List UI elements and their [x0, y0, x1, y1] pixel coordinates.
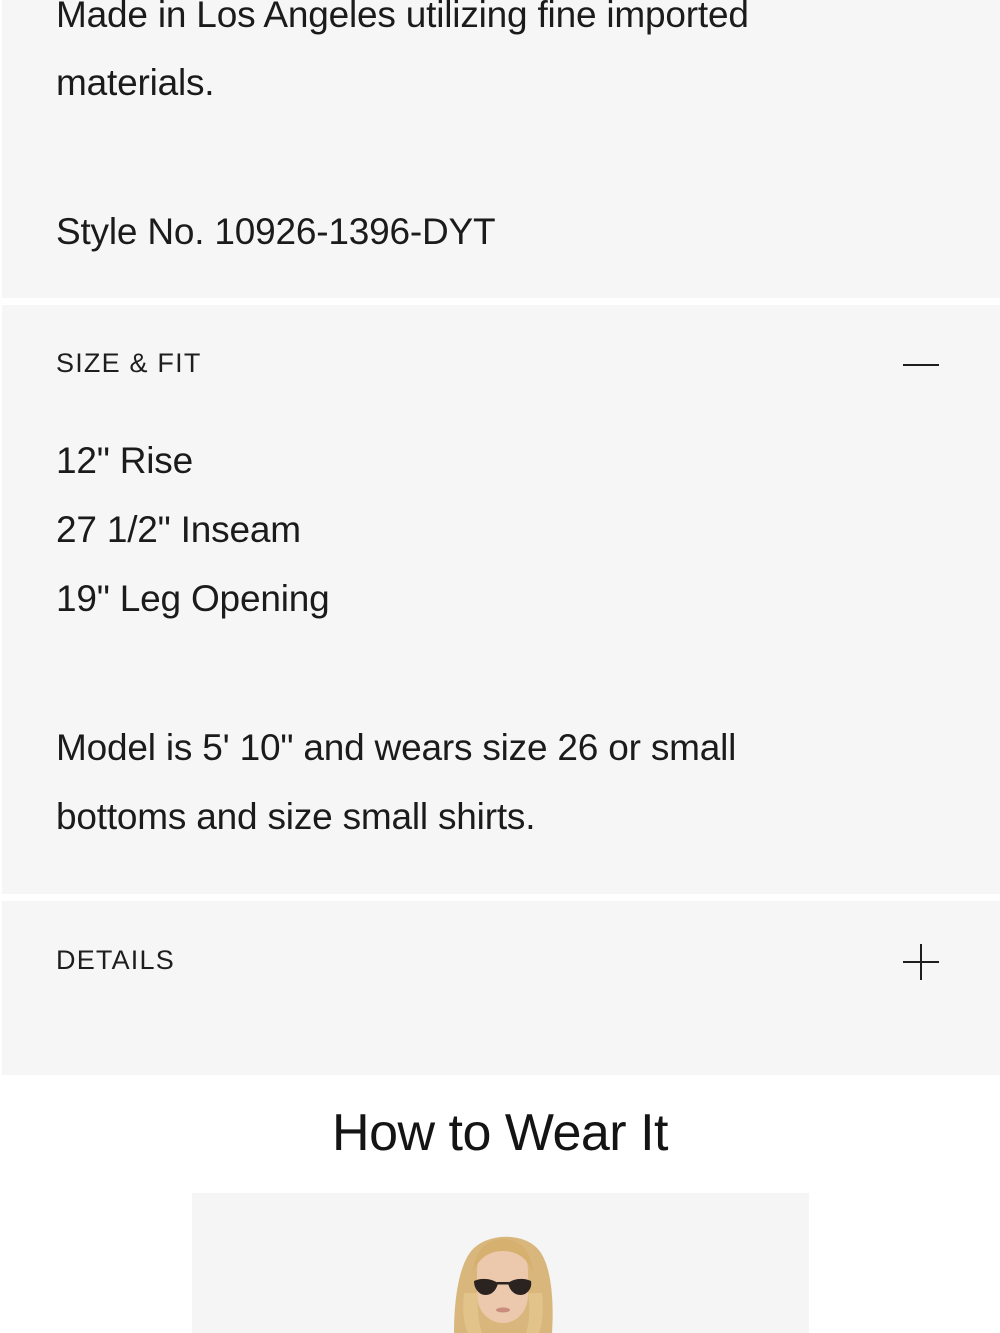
description-text-line-2: materials. — [56, 62, 215, 103]
description-panel: Made in Los Angeles utilizing fine impor… — [2, 0, 1000, 298]
model-lips — [496, 1307, 510, 1313]
style-number: Style No. 10926-1396-DYT — [56, 211, 496, 252]
measurement-leg-opening: 19" Leg Opening — [56, 578, 330, 619]
measurement-inseam: 27 1/2" Inseam — [56, 509, 301, 550]
plus-icon[interactable] — [903, 944, 939, 980]
model-info-line-1: Model is 5' 10" and wears size 26 or sma… — [56, 727, 737, 768]
product-page: Made in Los Angeles utilizing fine impor… — [0, 0, 1000, 1333]
measurement-rise: 12" Rise — [56, 440, 193, 481]
how-to-wear-image[interactable] — [192, 1193, 809, 1333]
details-panel: DETAILS — [2, 901, 1000, 1075]
minus-icon[interactable] — [903, 347, 939, 383]
minus-icon-stroke — [903, 364, 939, 366]
description-text-line-1: Made in Los Angeles utilizing fine impor… — [56, 0, 749, 35]
plus-icon-vertical — [920, 944, 922, 980]
model-info-line-2: bottoms and size small shirts. — [56, 796, 536, 837]
how-to-wear-title: How to Wear It — [332, 1104, 668, 1162]
size-fit-heading[interactable]: SIZE & FIT — [56, 348, 202, 378]
size-fit-panel: SIZE & FIT 12" Rise 27 1/2" Inseam 19" L… — [2, 305, 1000, 894]
model-photo — [454, 1236, 553, 1333]
sunglasses-bridge — [497, 1282, 509, 1285]
details-heading[interactable]: DETAILS — [56, 945, 175, 975]
